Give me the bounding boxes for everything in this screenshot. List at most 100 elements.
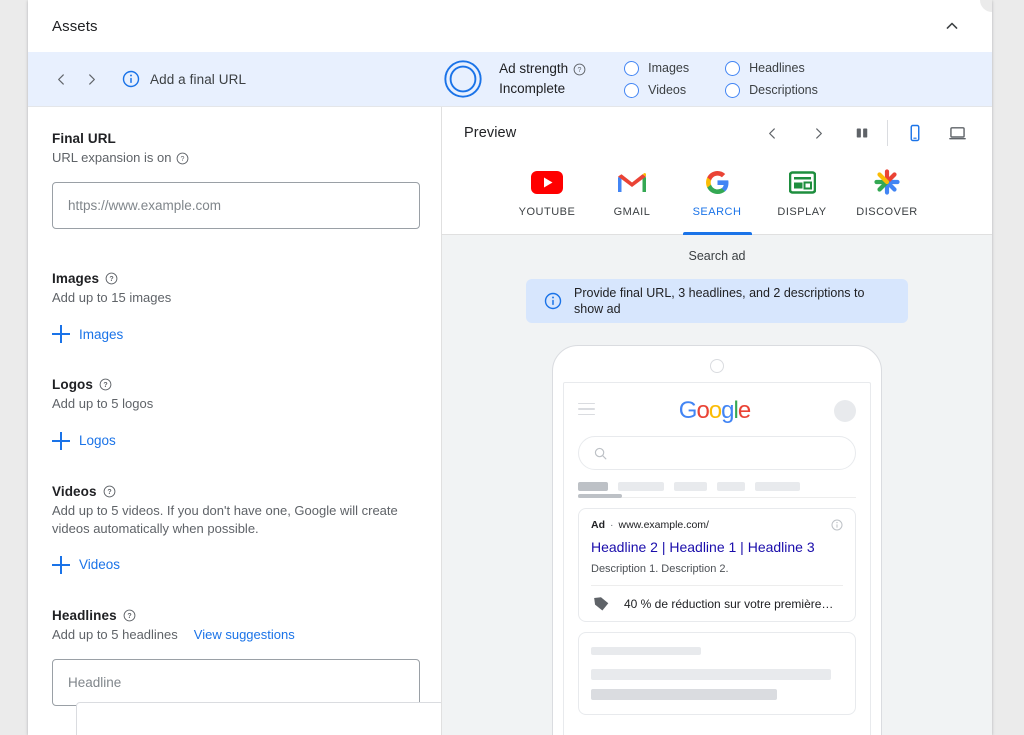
google-logo: Google [678, 397, 751, 424]
final-url-title-text: Final URL [52, 131, 116, 146]
help-icon[interactable]: ? [573, 63, 586, 76]
preview-next-button[interactable] [801, 116, 835, 150]
view-suggestions-link[interactable]: View suggestions [194, 626, 295, 644]
collapse-section-button[interactable] [934, 8, 970, 44]
help-icon[interactable]: ? [123, 609, 136, 622]
add-videos-button[interactable]: Videos [52, 555, 121, 574]
add-logos-button[interactable]: Logos [52, 431, 116, 450]
ad-strength-indicator: Ad strength ? Incomplete [442, 58, 586, 100]
preview-canvas: Search ad Provide final URL, 3 headlines… [442, 235, 992, 735]
images-title-text: Images [52, 271, 100, 287]
headline-input-1[interactable]: Headline [52, 659, 420, 707]
search-ad-card: Ad · www.example.com/ Headline 2 | Headl… [578, 508, 856, 623]
requirement-label: Videos [648, 83, 687, 97]
plus-icon [52, 431, 70, 450]
requirement-descriptions: Descriptions [725, 82, 818, 98]
help-icon[interactable]: ? [105, 272, 118, 285]
add-images-button[interactable]: Images [52, 325, 124, 344]
phone-mockup: Google Ad · www.example.com/ Headline 2 … [552, 345, 882, 735]
phone-camera-icon [710, 359, 724, 373]
google-app-bar: Google [572, 393, 862, 425]
images-title: Images ? [52, 271, 417, 286]
videos-title-text: Videos [52, 483, 97, 499]
requirement-images: Images [624, 60, 689, 76]
svg-text:?: ? [181, 156, 185, 163]
assets-card: Assets Add a final URL Ad strength ? Inc… [28, 0, 992, 735]
headlines-subtitle-text: Add up to 5 headlines [52, 626, 178, 642]
ad-promotion-text: 40 % de réduction sur votre première… [624, 596, 834, 611]
help-icon[interactable]: ? [99, 378, 112, 391]
requirement-label: Headlines [749, 61, 805, 75]
videos-section: Videos ? Add up to 5 videos. If you don'… [52, 484, 417, 574]
requirement-status-circle-icon [624, 60, 640, 76]
requirement-status-circle-icon [725, 60, 741, 76]
chevron-up-icon [946, 22, 958, 29]
ad-info-icon[interactable] [831, 519, 843, 531]
google-tab-row [578, 482, 856, 498]
plus-icon [52, 555, 70, 574]
requirements-column-1: Images Videos [624, 60, 689, 98]
nav-chip[interactable] [755, 482, 800, 491]
ad-display-url: www.example.com/ [618, 519, 709, 531]
nav-chip[interactable] [717, 482, 745, 491]
info-icon [122, 70, 140, 88]
nav-chip-active[interactable] [578, 482, 608, 491]
nav-chip[interactable] [674, 482, 707, 491]
tab-search[interactable]: SEARCH [675, 159, 760, 235]
hamburger-icon[interactable] [578, 402, 595, 420]
display-icon [788, 167, 816, 197]
tab-label: DISPLAY [777, 206, 827, 218]
tab-youtube[interactable]: YOUTUBE [505, 159, 590, 235]
discover-icon [874, 167, 900, 197]
tab-gmail[interactable]: GMAIL [590, 159, 675, 235]
search-icon [594, 447, 607, 459]
logos-section: Logos ? Add up to 5 logos Logos [52, 377, 417, 450]
logos-subtitle: Add up to 5 logos [52, 396, 154, 412]
skeleton-line [591, 669, 831, 681]
preview-title: Preview [464, 125, 517, 141]
previous-issue-button[interactable] [46, 64, 76, 94]
tab-discover[interactable]: DISCOVER [845, 159, 930, 235]
final-url-subtitle-text: URL expansion is on [52, 150, 172, 165]
requirements-column-2: Headlines Descriptions [725, 60, 818, 98]
gmail-icon [617, 167, 647, 197]
chevron-right-icon [88, 73, 95, 85]
preview-toolbar: Preview [442, 107, 992, 159]
active-tab-underline [682, 232, 752, 235]
ad-separator: · [610, 519, 614, 531]
logos-title: Logos ? [52, 377, 417, 392]
help-icon[interactable]: ? [176, 152, 189, 165]
nav-chip[interactable] [618, 482, 664, 491]
add-videos-label: Videos [79, 557, 121, 573]
chevron-left-icon [768, 127, 775, 139]
status-message: Add a final URL [150, 71, 247, 87]
ad-strength-label: Ad strength ? [499, 59, 586, 79]
headlines-title-text: Headlines [52, 607, 117, 623]
images-subtitle: Add up to 15 images [52, 290, 172, 306]
svg-text:?: ? [103, 382, 107, 389]
chevron-right-icon [815, 127, 822, 139]
phone-screen: Google Ad · www.example.com/ Headline 2 … [563, 382, 871, 735]
mobile-preview-button[interactable] [898, 116, 932, 150]
preview-column: Preview YOUTUBE GMAIL SEARCH DISPLAY DIS… [442, 107, 992, 735]
preview-previous-button[interactable] [755, 116, 789, 150]
chevron-left-icon [57, 73, 64, 85]
final-url-input[interactable]: https://www.example.com [52, 182, 420, 230]
add-images-label: Images [79, 326, 124, 342]
headline-input-2[interactable] [76, 702, 441, 735]
help-icon[interactable]: ? [103, 485, 116, 498]
ad-promotion-extension[interactable]: 40 % de réduction sur votre première… [591, 585, 843, 621]
info-icon [544, 292, 562, 310]
youtube-icon [531, 167, 563, 197]
tab-label: SEARCH [692, 206, 742, 218]
preview-controls [755, 116, 974, 150]
split-view-button[interactable] [845, 116, 879, 150]
avatar[interactable] [833, 400, 856, 422]
price-tag-icon [594, 597, 609, 611]
tab-display[interactable]: DISPLAY [760, 159, 845, 235]
next-issue-button[interactable] [76, 64, 106, 94]
ad-headline[interactable]: Headline 2 | Headline 1 | Headline 3 [591, 538, 843, 556]
desktop-preview-button[interactable] [940, 116, 974, 150]
ad-strength-ring-icon [444, 60, 482, 98]
google-search-box[interactable] [578, 436, 856, 470]
